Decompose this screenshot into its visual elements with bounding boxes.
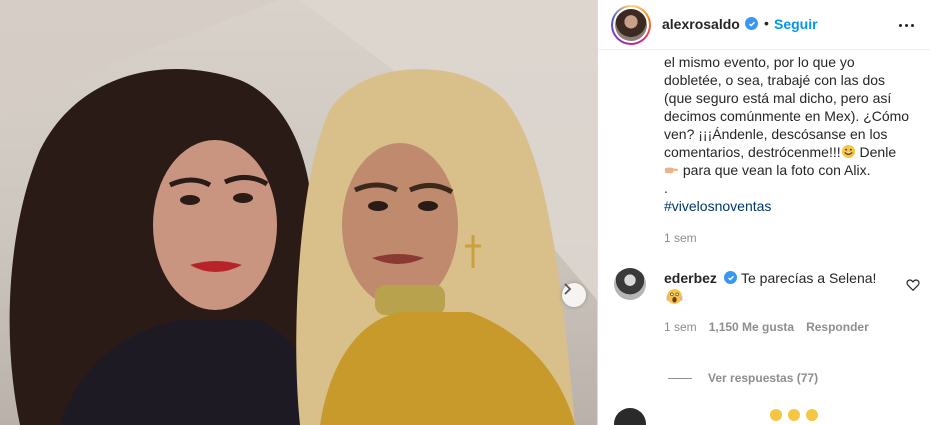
caption-line: comentarios, destrócenme!!! [664,144,841,160]
rofl-emoji-icon [841,144,855,159]
comment-meta: 1 sem 1,150 Me gusta Responder [664,320,869,334]
view-replies-label[interactable]: Ver respuestas (77) [708,371,818,385]
commenter-username[interactable]: ederbez [664,270,717,286]
comment-text: Te parecías a Selena! [741,270,877,286]
post-header: alexrosaldo • Seguir [598,0,930,50]
panel-divider [597,0,598,425]
author-username[interactable]: alexrosaldo [662,16,740,32]
caption-line: para que vean la foto con Alix. [682,162,871,178]
hashtag-link[interactable]: #vivelosnoventas [664,198,771,214]
separator-dot: • [764,15,769,31]
verified-badge-icon [724,271,737,284]
post-photo[interactable] [0,0,597,425]
caption-line: . [664,180,668,196]
caption-line-with-emoji: para que vean la foto con Alix. [664,161,926,179]
caption-line: ven? ¡¡¡Ándenle, descósanse en los [664,126,888,142]
caption-line: el mismo evento, por lo que yo [664,54,855,70]
post-photo-illustration [0,0,597,425]
comment-timestamp[interactable]: 1 sem [664,320,697,334]
emoji-icon [788,409,800,421]
reply-button[interactable]: Responder [806,320,869,334]
emoji-icon [806,409,818,421]
caption-line: decimos comúnmente en Mex). ¿Cómo [664,108,910,124]
commenter-avatar[interactable] [614,268,646,300]
emoji-icon [770,409,782,421]
next-commenter-avatar[interactable] [614,408,646,425]
caption-line: dobletée, o sea, trabajé con las dos [664,72,886,88]
point-right-emoji-icon [664,167,679,174]
caption-line: Denle [859,144,897,160]
chevron-right-icon [564,283,572,295]
verified-badge-icon [745,17,758,30]
scream-emoji-icon [666,289,683,304]
caption-line: (que seguro está mal dicho, pero así [664,90,892,106]
caption-line-with-emoji: comentarios, destrócenme!!! Denle [664,143,926,161]
replies-dash [668,377,692,379]
next-comment-emojis [770,409,818,421]
heart-outline-icon[interactable] [906,278,920,292]
next-photo-button[interactable] [562,283,586,307]
comment-likes[interactable]: 1,150 Me gusta [709,320,794,334]
author-avatar[interactable] [611,5,651,45]
post-timestamp[interactable]: 1 sem [664,231,697,245]
post-caption: el mismo evento, por lo que yo dobletée,… [664,53,926,197]
view-replies-button[interactable]: Ver respuestas (77) [668,371,818,385]
follow-button[interactable]: Seguir [774,16,818,32]
more-options-icon[interactable] [894,16,918,34]
